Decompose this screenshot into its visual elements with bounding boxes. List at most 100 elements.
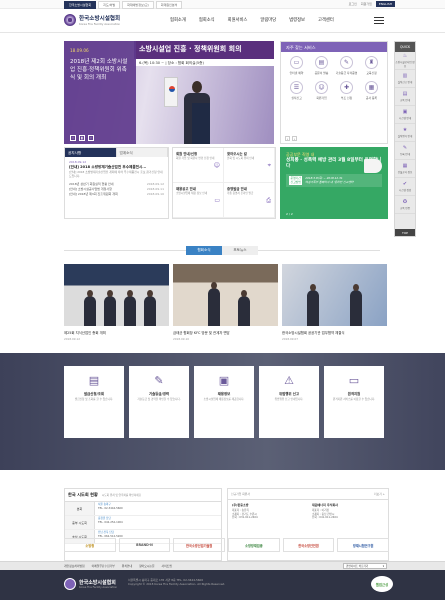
site-tab[interactable]: 화재원인분석 (155, 1, 183, 9)
site-tab[interactable]: 한국소방시설협회 (64, 1, 97, 9)
member-icon: ☺ (213, 161, 220, 169)
service-box[interactable]: ✎ 기술등급/경력 기술등급 및 경력을 확인할 수 있습니다. (129, 366, 189, 438)
gift-icon: ✚ (340, 81, 353, 94)
nav-item[interactable]: 고객센터 (318, 17, 334, 23)
pause-icon[interactable]: ▮ (79, 135, 85, 141)
login-link[interactable]: 로그인 (349, 2, 357, 6)
tab-industry-news[interactable]: 업계소식 (116, 148, 168, 157)
nav-item[interactable]: 알림마당 (260, 17, 276, 23)
partner-logo[interactable]: 한국소방산업기술원 (173, 538, 226, 552)
member-card[interactable]: (주)한중소방 대표자 : 송유복 소재지 : 경기도 수원시 전화 : 031-91… (228, 500, 308, 523)
partner-logo[interactable]: 소방청 (64, 538, 116, 552)
notice-board: 공지사항 업계소식 2018.09.12 [안내] 2018 소방방재기술산업전… (64, 147, 169, 219)
quick-item[interactable]: ✚ 부조 신청 (334, 81, 359, 100)
check-icon: ✔ (402, 181, 408, 187)
list-item[interactable]: [안내] 2018년 제3회 진흥위원회 개최 2018.09.10 (69, 192, 164, 197)
side-item[interactable]: ♨ 소방시설공사업 정보 (395, 52, 415, 70)
news-photo (64, 264, 169, 326)
service-box[interactable]: ▤ 발급신청/조회 발급신청 및 조회를 할 수 있습니다. (64, 366, 124, 438)
footer-link[interactable]: 위치안내 (122, 564, 132, 568)
tab-association-news[interactable]: 협회소식 (186, 246, 222, 255)
member-card[interactable]: 대원에너지 주식회사 대표자 : 이기정 소재지 : 충남 천안시 전화 : 041-… (308, 500, 388, 523)
news-tabs: 협회소식 포토뉴스 (64, 246, 380, 255)
news-date: 2018.09.12 (64, 337, 81, 341)
quick-item[interactable]: ▭ 인터넷 예약 (284, 56, 309, 75)
chart-icon: ▥ (402, 73, 408, 79)
quick-item[interactable]: ✎ 기술등급 자격증명 (334, 56, 359, 75)
nav-item[interactable]: 법령정보 (289, 17, 305, 23)
popup-pager[interactable]: 2 / 2 (286, 212, 293, 216)
side-item[interactable]: ✔ 시스템 점검 (395, 178, 415, 196)
scroll-top-button[interactable]: TOP (395, 229, 415, 236)
quick-item[interactable]: ☺ 회원가입 (309, 81, 334, 100)
quick-item[interactable]: ☰ 실적신고 (284, 81, 309, 100)
side-item[interactable]: ✪ 교육 인증 (395, 196, 415, 214)
tab-notice[interactable]: 공지사항 (65, 148, 117, 157)
table-row[interactable]: 본회 서울 송파구 TEL. 02-3444-5600 (65, 502, 221, 516)
news-date: 2018.09.10 (173, 337, 190, 341)
news-card[interactable]: 제25회 지식산업인 총회 개최 2018.09.12 (64, 264, 169, 341)
side-item[interactable]: ▣ 시스템 안내 (395, 106, 415, 124)
service-box[interactable]: ▭ 원격지원 원격지원 서비스를 이용할 수 있습니다. (324, 366, 384, 438)
header: 한국소방시설협회 Korea Fire Facility Association … (0, 9, 445, 33)
side-menu-title: QUICK (395, 42, 415, 52)
partner-logo[interactable]: 방재시험연구원 (337, 538, 390, 552)
news-date: 2018.09.07 (282, 337, 299, 341)
visual-caption: 18.09.06 2018년 제2회 소방시설업 진흥·정책위원회 위촉식 및 … (64, 41, 136, 144)
visual-controls: ‹ ▮ › (70, 135, 94, 141)
partner-logo[interactable]: BRAND-N (118, 538, 171, 552)
register-icon: ✎ (402, 145, 408, 151)
site-tab[interactable]: 화재예방정보(교) (122, 1, 154, 9)
service-box[interactable]: ▣ 채용정보 소방시설업체 채용정보를 제공합니다. (194, 366, 254, 438)
quick-item[interactable]: ▤ 공문서 발송 (309, 56, 334, 75)
next-arrow-icon[interactable]: › (88, 135, 94, 141)
hamburger-menu-icon[interactable] (373, 16, 385, 25)
news-card[interactable]: 한국소방시설협회 공공기관 업무협약 체결식 2018.09.07 (282, 264, 387, 341)
join-link[interactable]: 회원가입 (361, 2, 372, 6)
prev-arrow-icon[interactable]: ‹ (70, 135, 76, 141)
partner-logo[interactable]: 소방방재업종 (228, 538, 280, 552)
widget-certificate[interactable]: 증명발급 안내 각종 증명서 온라인 발급 ⎙ (224, 183, 275, 218)
news-card[interactable]: 금태균 협회장 KFC 방문 및 관계자 면담 2018.09.10 (173, 264, 278, 341)
next-arrow-icon[interactable]: › (292, 136, 297, 141)
footer-link[interactable]: 개인정보처리방침 (64, 564, 85, 568)
nav-item[interactable]: 회원서비스 (228, 17, 248, 23)
side-item[interactable]: ▥ 실적신고 안내 (395, 70, 415, 88)
main-visual[interactable]: 소방시설업 진흥 · 정책위원회 회의 6.(목) 10:30 ~ | 장소 :… (64, 41, 274, 144)
side-item[interactable]: ▦ 건설공사 정보 (395, 160, 415, 178)
web-accessibility-badge: 웹접근성 (371, 576, 393, 592)
quick-item[interactable]: ♜ 교육신청 (359, 56, 384, 75)
branch-note: 시도회 위치 및 연락처를 확인하세요 (101, 494, 141, 497)
logo[interactable]: 한국소방시설협회 Korea Fire Facility Association (64, 14, 120, 26)
table-row[interactable]: 중부 시도회 충청권 담당 TEL. 042-252-1004 (65, 516, 221, 530)
fire-icon: ♨ (402, 53, 408, 59)
widget-member[interactable]: 회원 안내/신청 회원 가입 및 회원사 변경 신청 안내 ☺ (173, 148, 224, 183)
quick-item-label: 회원가입 (316, 96, 327, 100)
footer-link[interactable]: 찾아오시는길 (139, 564, 154, 568)
popup-zone[interactable]: 공공부문 직영 내 성희롱 · 성폭력 예방 관리 3월 8일부터 운영합니다 … (280, 147, 388, 219)
visual-banner: 소방시설업 진흥 · 정책위원회 회의 (134, 41, 274, 59)
logo-subtitle: Korea Fire Facility Association (79, 22, 121, 26)
nav-item[interactable]: 협회소식 (199, 17, 215, 23)
site-tab[interactable]: 지도/처벌 (98, 1, 121, 9)
education-icon: ♜ (365, 56, 378, 69)
news-title: 한국소방시설협회 공공기관 업무협약 체결식 (282, 331, 345, 335)
widget-recruit[interactable]: 채용공고 안내 소방시설업체 채용 정보 안내 ▭ (173, 183, 224, 218)
footer-link[interactable]: 사이트맵 (162, 564, 172, 568)
footer-link[interactable]: 이메일무단수집거부 (92, 564, 115, 568)
widget-location[interactable]: 찾아오시는 길 본회 및 시도회 위치 안내 ⌖ (224, 148, 275, 183)
side-item[interactable]: ★ 실적평가 안내 (395, 124, 415, 142)
quick-item[interactable]: ▦ 공사 등록 (359, 81, 384, 100)
footer-logo: 한국소방시설협회 Korea Fire Facility Association (64, 578, 117, 590)
partner-logo[interactable]: 한국소방안전원 (282, 538, 335, 552)
more-link[interactable]: 더보기 + (374, 492, 385, 496)
news-title: 제25회 지식산업인 총회 개최 (64, 331, 106, 335)
family-site-select[interactable]: 관련사이트 바로가기 ▾ (343, 563, 387, 569)
prev-arrow-icon[interactable]: ‹ (285, 136, 290, 141)
side-item[interactable]: ▤ 교육 안내 (395, 88, 415, 106)
language-button[interactable]: ENGLISH (375, 1, 395, 7)
nav-item[interactable]: 협회소개 (170, 17, 186, 23)
service-box[interactable]: ⚠ 위법행위 신고 위법행위 신고 안내입니다. (259, 366, 319, 438)
side-item[interactable]: ✎ 등록 안내 (395, 142, 415, 160)
tab-photo-news[interactable]: 포토뉴스 (222, 246, 258, 255)
